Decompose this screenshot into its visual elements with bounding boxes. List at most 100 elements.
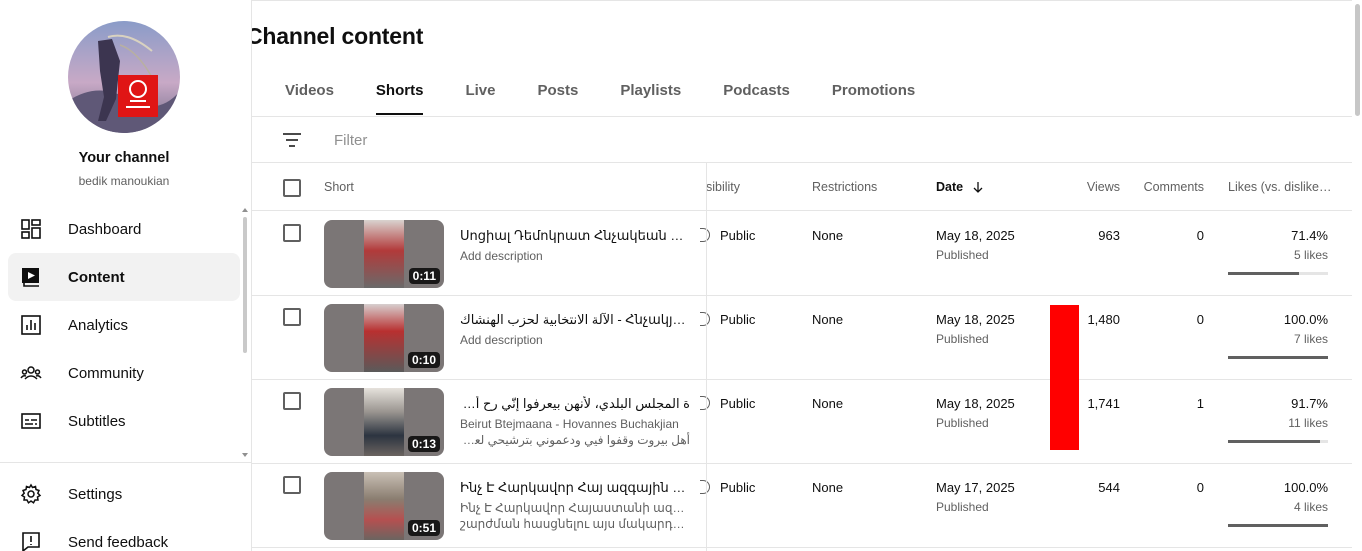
short-title[interactable]: الآلة الانتخابية لحزب الهنشاك - Հնչակյան…	[460, 312, 690, 328]
tab-live[interactable]: Live	[450, 67, 510, 115]
community-icon	[8, 362, 56, 384]
table-row[interactable]: 0:11 Սոցիալ Դեմոկրատ Հնչակեան կուս… Add …	[252, 212, 1352, 296]
visibility-value[interactable]: Public	[720, 228, 755, 243]
date-value: May 18, 2025	[936, 228, 1015, 243]
filter-input[interactable]	[334, 129, 734, 151]
tab-videos[interactable]: Videos	[270, 67, 349, 115]
likes-bar-fill	[1228, 440, 1320, 443]
visibility-icon[interactable]	[700, 228, 710, 242]
short-description[interactable]: Add description	[460, 332, 690, 348]
short-thumbnail[interactable]: 0:11	[324, 220, 444, 288]
visibility-icon[interactable]	[700, 312, 710, 326]
sidebar-item-community[interactable]: Community	[8, 349, 240, 397]
sidebar: Your channel bedik manoukian Dashboard C…	[0, 0, 252, 551]
sidebar-scrollbar[interactable]	[243, 217, 247, 353]
top-border	[252, 0, 1352, 1]
status-value: Published	[936, 500, 989, 514]
visibility-icon[interactable]	[700, 396, 710, 410]
sidebar-item-analytics[interactable]: Analytics	[8, 301, 240, 349]
sort-down-icon	[973, 181, 983, 196]
short-thumbnail[interactable]: 0:10	[324, 304, 444, 372]
likes-count: 4 likes	[1293, 500, 1328, 514]
table-header: Short sibility Restrictions Date Views C…	[252, 163, 1352, 211]
sidebar-item-label: Settings	[68, 485, 123, 503]
restrictions-value: None	[812, 312, 844, 327]
comments-value: 0	[1196, 312, 1204, 327]
scroll-up-icon[interactable]	[242, 208, 248, 212]
description-line: շարժման հասցնելու այս մակարդակին…	[460, 517, 690, 531]
header-views[interactable]: Views	[1070, 180, 1120, 194]
analytics-icon	[8, 314, 56, 336]
page-scrollbar-thumb[interactable]	[1355, 4, 1360, 116]
visibility-value[interactable]: Public	[720, 312, 755, 327]
sidebar-item-subtitles[interactable]: Subtitles	[8, 397, 240, 445]
sidebar-item-send-feedback[interactable]: Send feedback	[8, 518, 240, 551]
short-thumbnail[interactable]: 0:13	[324, 388, 444, 456]
short-thumbnail[interactable]: 0:51	[324, 472, 444, 540]
sidebar-item-settings[interactable]: Settings	[8, 470, 240, 518]
comments-value: 0	[1196, 228, 1204, 243]
header-likes[interactable]: Likes (vs. dislike…	[1228, 180, 1332, 194]
header-date[interactable]: Date	[936, 180, 983, 196]
sidebar-item-content[interactable]: Content	[8, 253, 240, 301]
header-restrictions[interactable]: Restrictions	[812, 180, 877, 194]
header-visibility[interactable]: sibility	[706, 180, 740, 194]
sidebar-nav: Dashboard Content Analytics Community Su…	[8, 205, 240, 445]
main-content: Channel content Videos Shorts Live Posts…	[252, 0, 1352, 551]
restrictions-value: None	[812, 228, 844, 243]
content-tabs: Videos Shorts Live Posts Playlists Podca…	[270, 67, 942, 115]
row-checkbox[interactable]	[283, 476, 301, 494]
likes-percent: 100.0%	[1283, 312, 1328, 327]
likes-count: 7 likes	[1293, 332, 1328, 346]
tab-shorts[interactable]: Shorts	[361, 67, 439, 115]
row-checkbox[interactable]	[283, 308, 301, 326]
sidebar-item-label: Subtitles	[68, 412, 126, 430]
duration-badge: 0:13	[407, 436, 440, 452]
likes-bar-fill	[1228, 356, 1328, 359]
date-value: May 17, 2025	[936, 480, 1015, 495]
table-row[interactable]: 0:51 Ինչ Է Հարկավոր Հայ ազգային շարժ… Ին…	[252, 464, 1352, 548]
likes-percent: 71.4%	[1291, 228, 1328, 243]
short-title[interactable]: Ինչ Է Հարկավոր Հայ ազգային շարժ…	[460, 480, 690, 496]
description-line: أهل بيروت وقفوا فيي ودعموني بترشيحي لعضو…	[460, 433, 690, 447]
likes-bar	[1228, 272, 1328, 275]
short-description[interactable]: Add description	[460, 248, 690, 264]
short-description[interactable]: Beirut Btejmaana - Hovannes Buchakjian أ…	[460, 416, 690, 448]
content-icon	[8, 266, 56, 288]
tab-podcasts[interactable]: Podcasts	[708, 67, 805, 115]
comments-value: 1	[1196, 396, 1204, 411]
row-checkbox[interactable]	[283, 224, 301, 242]
likes-percent: 91.7%	[1291, 396, 1328, 411]
sticky-column-divider	[706, 163, 707, 551]
description-line: Ինչ Է Հարկավոր Հայաստանի ազգային	[460, 501, 690, 515]
table-row[interactable]: 0:13 ة المجلس البلدي، لأنهن بيعرفوا إنّي…	[252, 380, 1352, 464]
likes-bar	[1228, 356, 1328, 359]
row-checkbox[interactable]	[283, 392, 301, 410]
header-comments[interactable]: Comments	[1134, 180, 1204, 194]
select-all-checkbox[interactable]	[283, 179, 301, 197]
header-short[interactable]: Short	[324, 180, 354, 194]
channel-avatar[interactable]	[68, 21, 180, 133]
likes-bar	[1228, 440, 1328, 443]
scroll-down-icon[interactable]	[242, 453, 248, 457]
table-row[interactable]: 0:10 الآلة الانتخابية لحزب الهنشاك - Հնչ…	[252, 296, 1352, 380]
short-description[interactable]: Ինչ Է Հարկավոր Հայաստանի ազգային շարժման…	[460, 500, 690, 532]
tab-playlists[interactable]: Playlists	[605, 67, 696, 115]
visibility-value[interactable]: Public	[720, 480, 755, 495]
tab-posts[interactable]: Posts	[522, 67, 593, 115]
filter-icon[interactable]	[282, 131, 302, 154]
short-title[interactable]: ة المجلس البلدي، لأنهن بيعرفوا إنّي رح أ…	[460, 396, 690, 412]
short-title[interactable]: Սոցիալ Դեմոկրատ Հնչակեան կուս…	[460, 228, 690, 244]
sidebar-divider	[0, 462, 251, 463]
sidebar-item-label: Content	[68, 268, 125, 286]
page-title: Channel content	[252, 23, 424, 49]
restrictions-value: None	[812, 396, 844, 411]
sidebar-item-dashboard[interactable]: Dashboard	[8, 205, 240, 253]
header-date-label: Date	[936, 180, 964, 194]
visibility-value[interactable]: Public	[720, 396, 755, 411]
visibility-icon[interactable]	[700, 480, 710, 494]
sidebar-item-label: Community	[68, 364, 144, 382]
views-value: 544	[1098, 480, 1120, 495]
page-scrollbar[interactable]	[1352, 0, 1362, 551]
tab-promotions[interactable]: Promotions	[817, 67, 930, 115]
